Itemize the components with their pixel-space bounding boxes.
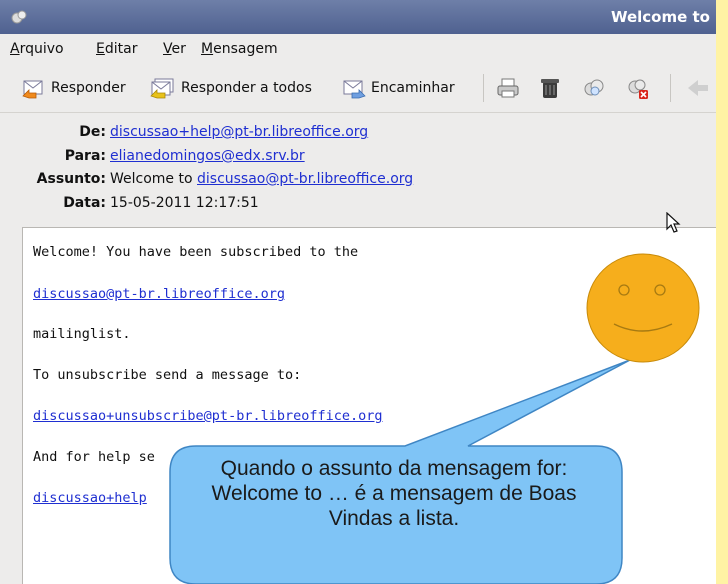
toolbar: Responder Responder a todos Encaminhar (0, 64, 716, 113)
subject-prefix: Welcome to (110, 171, 197, 187)
menu-mensagem[interactable]: Mensagem (201, 41, 278, 57)
menu-arquivo[interactable]: Arquivo (10, 41, 64, 57)
forward-icon (343, 80, 366, 99)
body-line: mailinglist. (33, 326, 131, 342)
forward-button[interactable]: Encaminhar (342, 74, 455, 102)
smiley-face-icon (586, 253, 700, 363)
junk-icon[interactable] (582, 76, 606, 100)
subject-link[interactable]: discussao@pt-br.libreoffice.org (197, 171, 413, 187)
reply-all-button[interactable]: Responder a todos (150, 74, 312, 102)
menu-bar: Arquivo Editar Ver Mensagem (0, 34, 716, 64)
mouse-cursor-icon (666, 212, 681, 233)
body-line: Welcome! You have been subscribed to the (33, 244, 359, 260)
back-arrow-icon[interactable] (686, 76, 710, 100)
body-link-unsubscribe[interactable]: discussao+unsubscribe@pt-br.libreoffice.… (33, 408, 383, 424)
reply-label: Responder (51, 80, 126, 96)
reply-button[interactable]: Responder (22, 74, 126, 102)
to-link[interactable]: elianedomingos@edx.srv.br (110, 148, 305, 164)
window-title: Welcome to (610, 8, 710, 26)
not-junk-icon[interactable] (626, 76, 650, 100)
reply-icon (22, 80, 43, 99)
from-link[interactable]: discussao+help@pt-br.libreoffice.org (110, 124, 368, 140)
app-icon (11, 10, 27, 24)
toolbar-separator (483, 74, 484, 102)
reply-all-label: Responder a todos (181, 80, 312, 96)
forward-label: Encaminhar (371, 80, 455, 96)
print-icon[interactable] (496, 76, 520, 100)
menu-ver[interactable]: Ver (163, 41, 186, 57)
slide-background-strip (716, 0, 728, 584)
from-label: De: (79, 124, 106, 140)
body-link-subscribe[interactable]: discussao@pt-br.libreoffice.org (33, 286, 285, 302)
body-line: And for help se (33, 449, 155, 465)
message-headers: De: discussao+help@pt-br.libreoffice.org… (0, 113, 716, 223)
body-link-help[interactable]: discussao+help (33, 490, 147, 506)
to-label: Para: (64, 148, 106, 164)
menu-editar[interactable]: Editar (96, 41, 137, 57)
date-label: Data: (63, 195, 106, 211)
title-bar[interactable]: Welcome to (0, 0, 716, 34)
reply-all-icon (150, 78, 174, 99)
callout-text: Quando o assunto da mensagem for: Welcom… (211, 457, 577, 530)
trash-icon[interactable] (538, 76, 562, 100)
date-value: 15-05-2011 12:17:51 (110, 195, 259, 211)
body-line: To unsubscribe send a message to: (33, 367, 302, 383)
toolbar-separator-2 (670, 74, 671, 102)
subject-label: Assunto: (36, 171, 106, 187)
